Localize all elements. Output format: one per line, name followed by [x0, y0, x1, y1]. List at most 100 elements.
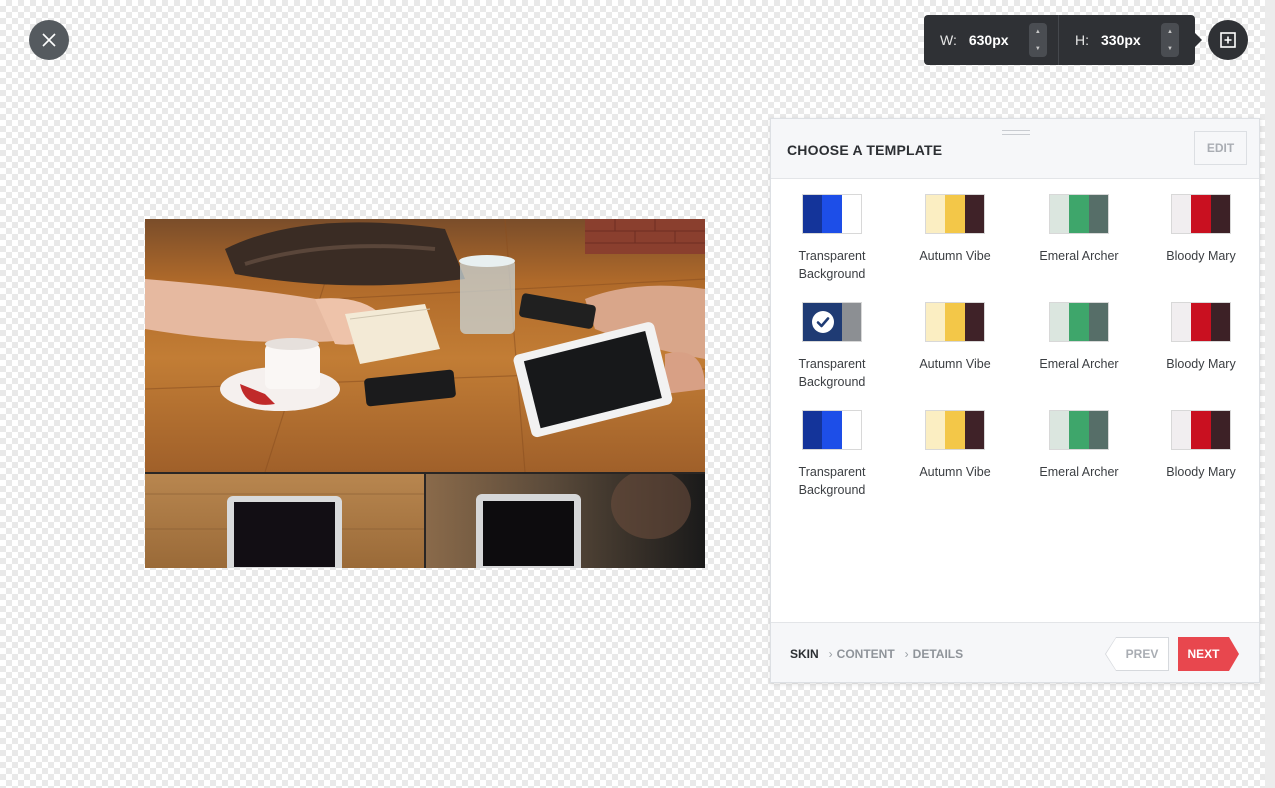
template-swatch — [925, 194, 985, 234]
swatch-color — [1172, 411, 1192, 449]
height-input[interactable]: 330px — [1101, 32, 1157, 48]
template-name: Autumn Vibe — [919, 249, 991, 263]
chevron-right-icon: › — [828, 647, 833, 661]
template-option[interactable]: Bloody Mary — [1141, 287, 1261, 395]
height-stepper[interactable]: ▲ ▼ — [1161, 23, 1179, 57]
template-option[interactable]: Bloody Mary — [1141, 395, 1261, 503]
swatch-color — [1210, 411, 1230, 449]
swatch-color — [822, 195, 842, 233]
scrollbar-track[interactable] — [1265, 0, 1275, 788]
swatch-color — [1172, 303, 1192, 341]
width-stepper[interactable]: ▲ ▼ — [1028, 23, 1047, 57]
selected-indicator — [803, 303, 843, 341]
swatch-color — [964, 195, 984, 233]
template-name: Transparent Background — [798, 357, 866, 389]
crop-button[interactable] — [1208, 20, 1248, 60]
template-option[interactable]: Emeral Archer — [1017, 287, 1141, 395]
caret-up-icon[interactable]: ▲ — [1167, 29, 1173, 35]
swatch-color — [1210, 195, 1230, 233]
close-button[interactable] — [29, 20, 69, 60]
width-group: W: 630px ▲ ▼ — [924, 15, 1059, 65]
swatch-color — [926, 195, 946, 233]
laptop-illustration — [476, 469, 691, 568]
template-name: Autumn Vibe — [919, 465, 991, 479]
swatch-color — [841, 411, 861, 449]
caret-up-icon[interactable]: ▲ — [1035, 29, 1041, 35]
checkmark-icon — [812, 311, 834, 333]
panel-header: CHOOSE A TEMPLATE EDIT — [771, 119, 1259, 179]
template-swatch — [802, 194, 862, 234]
caret-down-icon[interactable]: ▼ — [1035, 46, 1041, 52]
swatch-color — [822, 411, 842, 449]
template-option[interactable]: Autumn Vibe — [893, 179, 1017, 287]
drag-handle[interactable] — [1002, 130, 1030, 135]
template-option[interactable]: Transparent Background — [771, 395, 893, 503]
swatch-color — [1069, 411, 1089, 449]
swatch-color — [945, 303, 965, 341]
template-swatch — [925, 302, 985, 342]
swatch-color — [1191, 195, 1211, 233]
template-swatch — [1049, 410, 1109, 450]
template-name: Emeral Archer — [1039, 465, 1119, 479]
size-toolbar: W: 630px ▲ ▼ H: 330px ▲ ▼ — [924, 15, 1202, 65]
template-name: Transparent Background — [798, 465, 866, 497]
panel-footer: SKIN › CONTENT › DETAILS PREV NEXT — [771, 622, 1259, 682]
template-grid: Transparent Background Autumn Vibe Emera… — [771, 179, 1261, 503]
template-name: Bloody Mary — [1166, 465, 1236, 479]
template-swatch — [1171, 410, 1231, 450]
swatch-color — [1088, 303, 1108, 341]
width-label: W: — [940, 32, 957, 48]
template-swatch — [802, 410, 862, 450]
template-option[interactable]: Emeral Archer — [1017, 395, 1141, 503]
panel-title: CHOOSE A TEMPLATE — [787, 142, 943, 158]
next-button[interactable]: NEXT — [1178, 637, 1239, 671]
template-option[interactable]: Transparent Background — [771, 179, 893, 287]
swatch-color — [964, 303, 984, 341]
swatch-color — [1172, 195, 1192, 233]
swatch-color — [841, 303, 861, 341]
width-input[interactable]: 630px — [969, 32, 1025, 48]
swatch-color — [803, 195, 823, 233]
photo-table-main — [145, 219, 705, 473]
template-swatch — [1049, 194, 1109, 234]
template-name: Emeral Archer — [1039, 249, 1119, 263]
swatch-color — [1069, 303, 1089, 341]
swatch-color — [926, 411, 946, 449]
template-swatch — [1171, 302, 1231, 342]
swatch-color — [1088, 195, 1108, 233]
swatch-color — [1050, 195, 1070, 233]
swatch-color — [964, 411, 984, 449]
swatch-color — [945, 411, 965, 449]
template-option[interactable]: Autumn Vibe — [893, 287, 1017, 395]
template-option[interactable]: Emeral Archer — [1017, 179, 1141, 287]
swatch-color — [1210, 303, 1230, 341]
swatch-color — [1069, 195, 1089, 233]
caret-down-icon[interactable]: ▼ — [1167, 46, 1173, 52]
swatch-color — [841, 195, 861, 233]
height-label: H: — [1075, 32, 1089, 48]
edit-button[interactable]: EDIT — [1194, 131, 1247, 165]
template-name: Bloody Mary — [1166, 249, 1236, 263]
template-swatch — [925, 410, 985, 450]
photo-laptop-left — [145, 474, 424, 568]
template-option[interactable]: Autumn Vibe — [893, 395, 1017, 503]
step-skin[interactable]: SKIN — [790, 647, 819, 661]
template-swatch — [802, 302, 862, 342]
swatch-color — [1088, 411, 1108, 449]
template-option-selected[interactable]: Transparent Background — [771, 287, 893, 395]
template-name: Transparent Background — [798, 249, 866, 281]
template-panel: CHOOSE A TEMPLATE EDIT Transparent Backg… — [770, 118, 1260, 683]
template-swatch — [1049, 302, 1109, 342]
swatch-color — [1050, 303, 1070, 341]
gallery-preview[interactable] — [145, 219, 705, 568]
swatch-color — [803, 411, 823, 449]
template-swatch — [1171, 194, 1231, 234]
step-details[interactable]: DETAILS — [913, 647, 963, 661]
prev-button[interactable]: PREV — [1105, 637, 1169, 671]
swatch-color — [926, 303, 946, 341]
photo-laptop-right — [426, 469, 705, 568]
step-content[interactable]: CONTENT — [837, 647, 895, 661]
laptop-illustration — [145, 493, 424, 568]
template-name: Emeral Archer — [1039, 357, 1119, 371]
template-option[interactable]: Bloody Mary — [1141, 179, 1261, 287]
